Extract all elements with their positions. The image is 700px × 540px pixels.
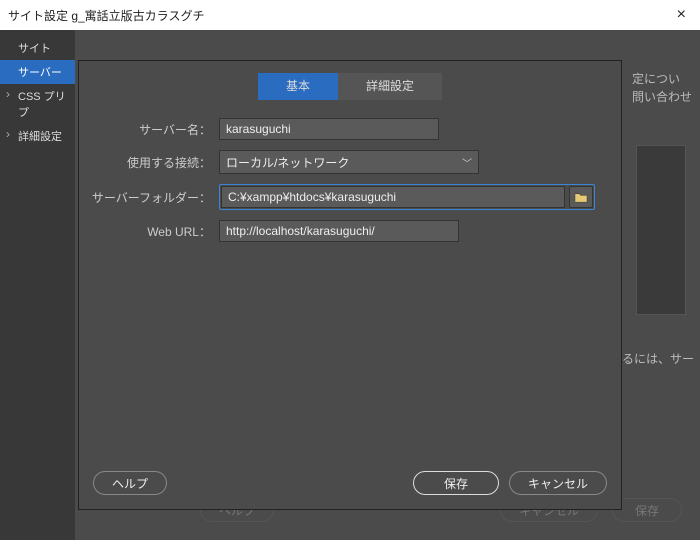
chevron-down-icon: ﹀ (462, 155, 472, 170)
sidebar-item-site[interactable]: サイト (0, 36, 75, 60)
browse-folder-button[interactable] (569, 186, 593, 208)
weburl-label: Web URL： (89, 223, 219, 240)
close-icon[interactable]: × (671, 6, 692, 24)
bg-text: 定につい 問い合わせ (632, 70, 692, 106)
bg-panel (636, 145, 686, 315)
sidebar: サイト サーバー CSS プリプ 詳細設定 (0, 30, 75, 540)
sidebar-item-server[interactable]: サーバー (0, 60, 75, 84)
connection-label: 使用する接続： (89, 154, 219, 171)
folder-icon (574, 191, 588, 203)
form: サーバー名： 使用する接続： ローカル/ネットワーク ﹀ サーバーフォルダー： (79, 100, 621, 252)
cancel-button[interactable]: キャンセル (509, 471, 607, 495)
tab-basic[interactable]: 基本 (258, 73, 338, 100)
server-name-label: サーバー名： (89, 121, 219, 138)
folder-input[interactable] (221, 186, 565, 208)
dialog-buttons: ヘルプ 保存 キャンセル (79, 471, 621, 509)
titlebar: サイト設定 g_寓話立版古カラスグチ × (0, 0, 700, 30)
bg-save-button[interactable]: 保存 (612, 498, 682, 522)
connection-select[interactable]: ローカル/ネットワーク ﹀ (219, 150, 479, 174)
tab-advanced[interactable]: 詳細設定 (338, 73, 442, 100)
server-settings-dialog: 基本 詳細設定 サーバー名： 使用する接続： ローカル/ネットワーク ﹀ サーバ… (78, 60, 622, 510)
sidebar-item-advanced[interactable]: 詳細設定 (0, 124, 75, 148)
weburl-input[interactable] (219, 220, 459, 242)
save-button[interactable]: 保存 (413, 471, 499, 495)
connection-value: ローカル/ネットワーク (226, 154, 349, 171)
window-title: サイト設定 g_寓話立版古カラスグチ (8, 7, 204, 24)
server-name-input[interactable] (219, 118, 439, 140)
tabs: 基本 詳細設定 (79, 73, 621, 100)
help-button[interactable]: ヘルプ (93, 471, 167, 495)
sidebar-item-css[interactable]: CSS プリプ (0, 84, 75, 124)
bg-bottom-text: するには、サー (610, 350, 694, 367)
folder-label: サーバーフォルダー： (89, 189, 219, 206)
